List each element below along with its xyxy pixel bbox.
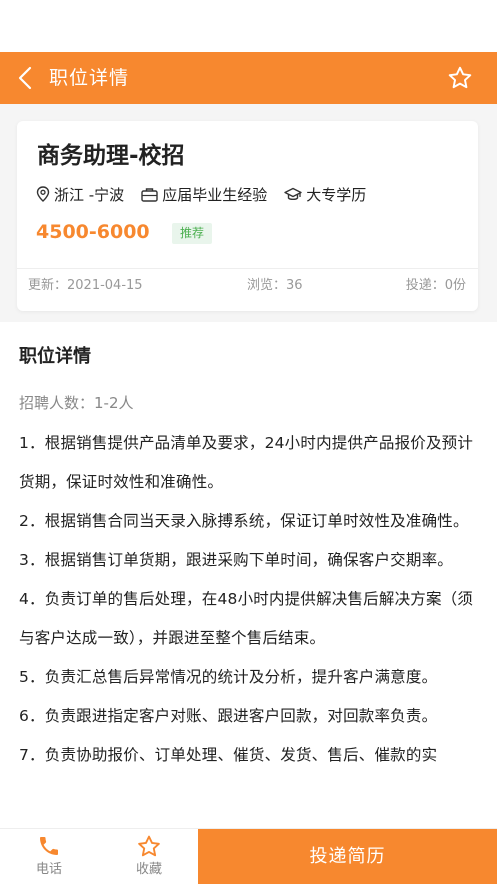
call-label: 电话 <box>35 862 62 877</box>
duty-item: 7．负责协助报价、订单处理、催货、发货、售后、催款的实 <box>19 746 438 764</box>
duty-item: 6．负责跟进指定客户对账、跟进客户回款，对回款率负责。 <box>19 707 438 725</box>
job-location: 浙江 -宁波 <box>36 184 124 205</box>
duty-item: 4．负责订单的售后处理，在48小时内提供解决售后解决方案（须与客户达成一致），并… <box>19 590 474 647</box>
submit-resume-button[interactable]: 投递简历 <box>198 829 497 884</box>
briefcase-icon <box>141 187 158 202</box>
bottom-action-bar: 电话 收藏 投递简历 <box>0 828 497 884</box>
duty-item: 3．根据销售订单货期，跟进采购下单时间，确保客户交期率。 <box>19 551 453 569</box>
headcount: 招聘人数：1-2人 <box>19 394 134 412</box>
job-experience-text: 应届毕业生经验 <box>162 185 268 204</box>
job-education: 大专学历 <box>284 184 366 205</box>
update-date: 更新：2021-04-15 <box>28 278 143 293</box>
call-button[interactable]: 电话 <box>14 829 84 884</box>
job-experience: 应届毕业生经验 <box>141 184 267 205</box>
job-location-text: 浙江 -宁波 <box>54 185 125 204</box>
recommend-badge: 推荐 <box>172 223 213 244</box>
duty-item: 2．根据销售合同当天录入脉搏系统，保证订单时效性及准确性。 <box>19 512 469 530</box>
job-summary-card: 商务助理-校招 浙江 -宁波 应届毕业生经验 大专学历 4500-6000 推荐… <box>17 121 478 311</box>
view-count: 浏览：36 <box>247 278 303 293</box>
favorite-button[interactable] <box>445 63 475 93</box>
star-outline-icon <box>138 835 160 857</box>
back-button[interactable] <box>10 62 40 94</box>
card-divider <box>17 268 478 269</box>
status-bar <box>0 0 497 52</box>
salary-range: 4500-6000 <box>36 221 150 243</box>
page-title: 职位详情 <box>49 67 130 89</box>
job-title: 商务助理-校招 <box>37 143 185 169</box>
chevron-left-icon <box>18 66 32 90</box>
graduation-cap-icon <box>284 187 302 200</box>
duty-item: 5．负责汇总售后异常情况的统计及分析，提升客户满意度。 <box>19 668 438 686</box>
application-count: 投递：0份 <box>405 278 466 293</box>
duty-list: 1．根据销售提供产品清单及要求，24小时内提供产品报价及预计货期，保证时效性和准… <box>19 424 481 775</box>
location-pin-icon <box>36 186 50 202</box>
section-title: 职位详情 <box>19 346 91 367</box>
favorite-label: 收藏 <box>135 862 162 877</box>
favorite-action-button[interactable]: 收藏 <box>114 829 184 884</box>
top-nav-bar: 职位详情 <box>0 52 497 104</box>
star-outline-icon <box>448 66 472 89</box>
phone-icon <box>40 837 58 855</box>
job-meta-row: 浙江 -宁波 应届毕业生经验 大专学历 <box>36 183 383 205</box>
job-education-text: 大专学历 <box>306 185 367 204</box>
duty-item: 1．根据销售提供产品清单及要求，24小时内提供产品报价及预计货期，保证时效性和准… <box>19 434 474 491</box>
